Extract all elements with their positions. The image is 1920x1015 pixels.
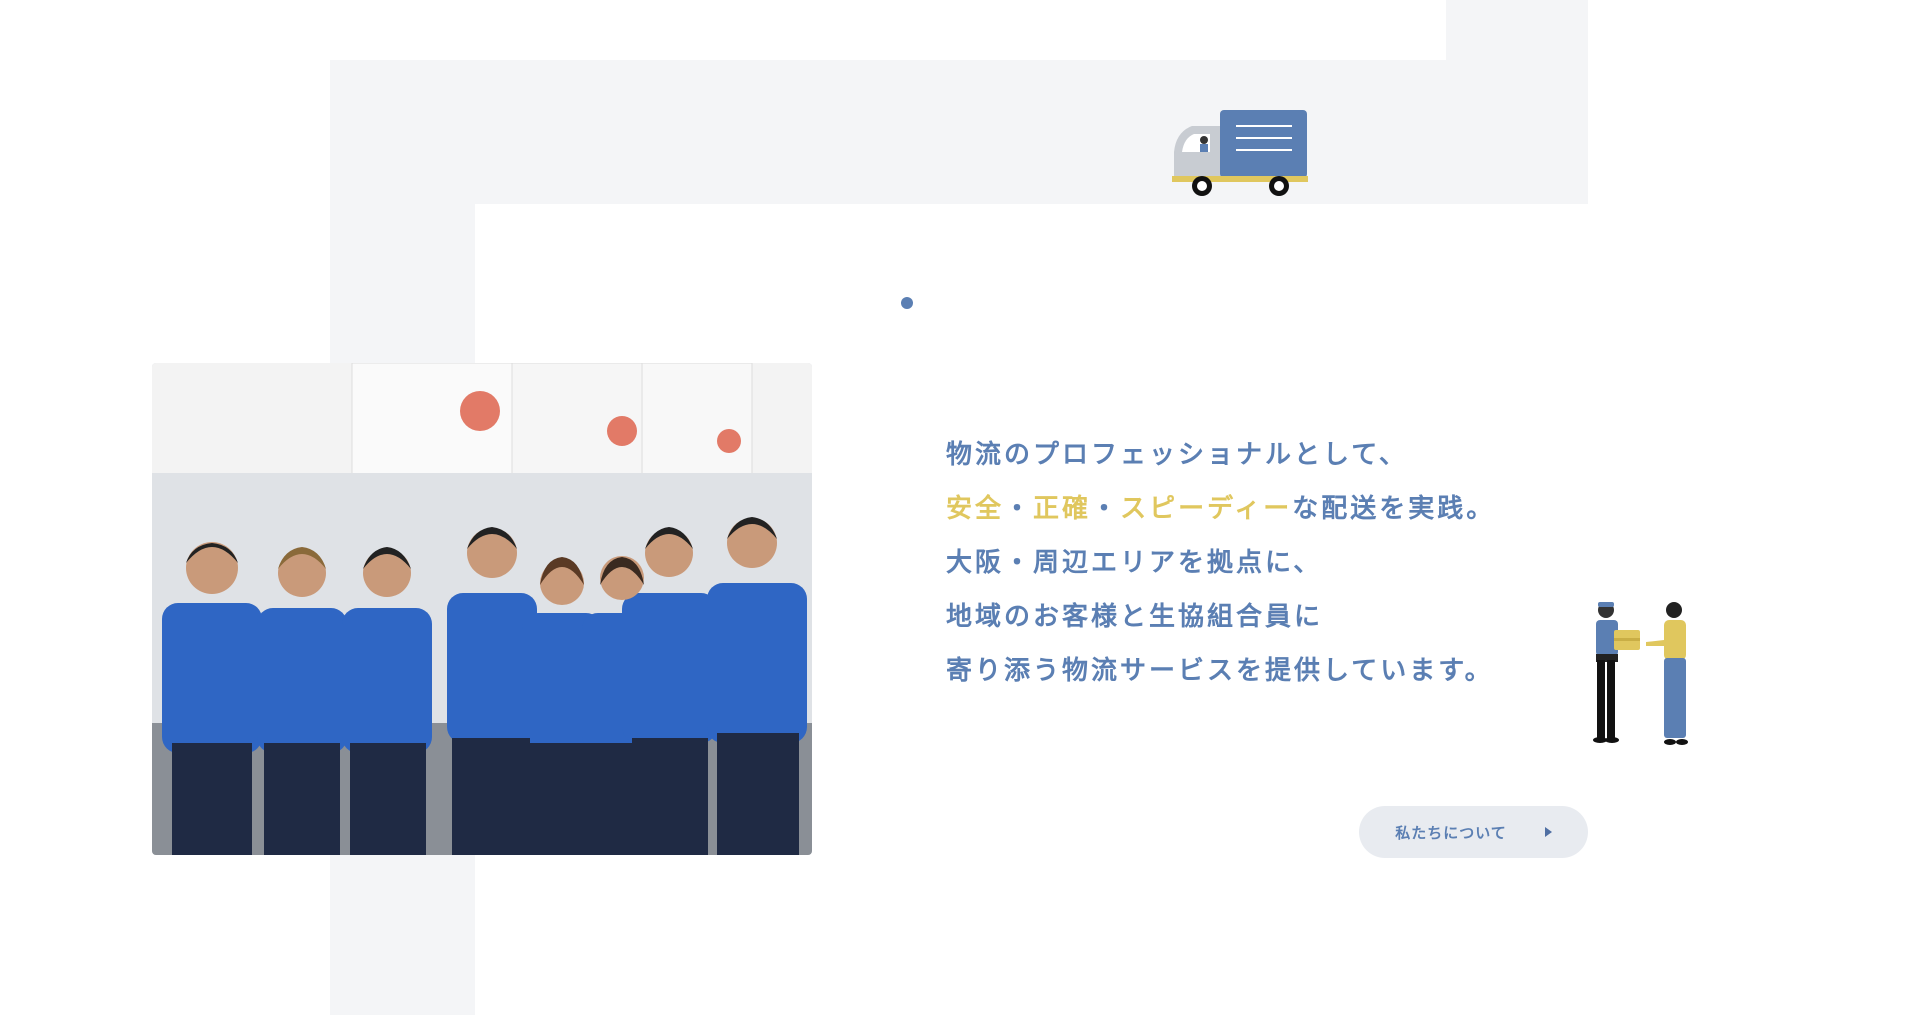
separator: ・ — [1004, 494, 1034, 524]
lead-line-5: 寄り添う物流サービスを提供しています。 — [946, 656, 1494, 686]
separator: ・ — [1091, 494, 1121, 524]
about-us-label: 私たちについて — [1395, 823, 1507, 842]
decorative-dot — [901, 297, 913, 309]
staff-photo — [152, 363, 812, 855]
highlight-accuracy: 正確 — [1033, 494, 1092, 524]
truck-illustration — [1170, 108, 1310, 200]
lead-line-1: 物流のプロフェッショナルとして、 — [946, 440, 1408, 470]
lead-text: 物流のプロフェッショナルとして、 安全・正確・スピーディーな配送を実践。 大阪・… — [946, 428, 1506, 698]
background-band-right — [1446, 0, 1588, 204]
lead-line-4: 地域のお客様と生協組合員に — [946, 602, 1324, 632]
lead-line-2: 安全・正確・スピーディーな配送を実践。 — [946, 482, 1506, 536]
delivery-handover-illustration — [1582, 596, 1702, 748]
lead-line-2-rest: な配送を実践。 — [1292, 494, 1496, 524]
highlight-safety: 安全 — [946, 494, 1005, 524]
lead-line-3: 大阪・周辺エリアを拠点に、 — [946, 548, 1323, 578]
play-arrow-icon — [1544, 827, 1552, 837]
highlight-speed: スピーディー — [1120, 494, 1293, 524]
about-us-button[interactable]: 私たちについて — [1359, 806, 1588, 858]
